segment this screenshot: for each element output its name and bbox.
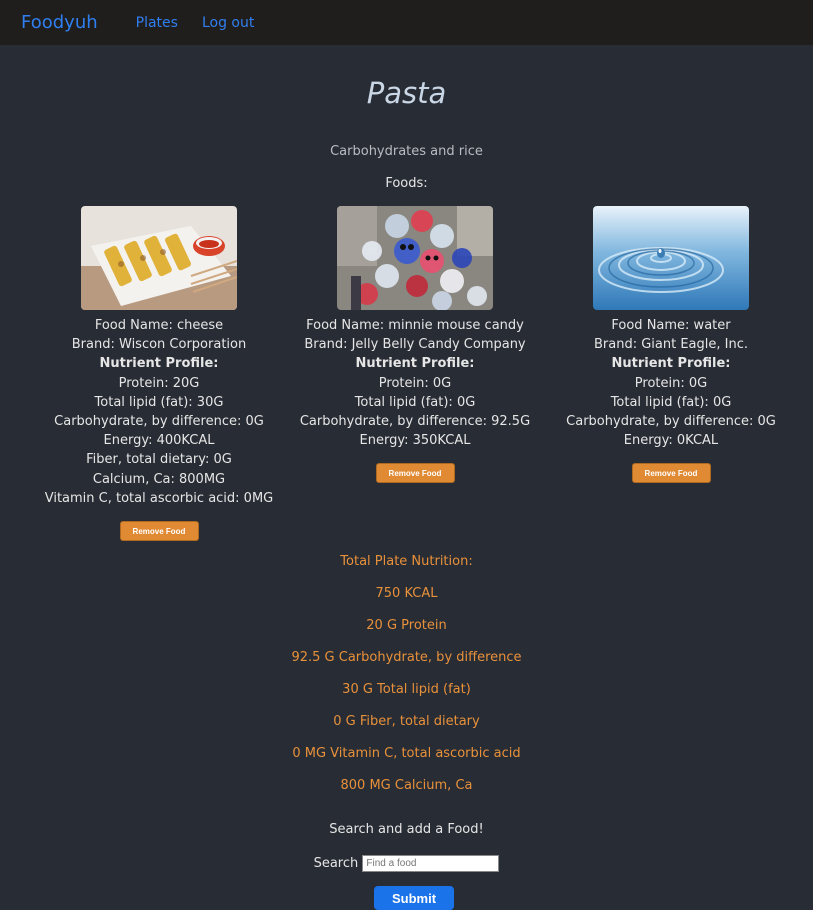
- nutrient-item: Protein: 0G: [378, 375, 452, 391]
- plate-description: Carbohydrates and rice: [330, 144, 483, 159]
- nutrient-profile-label: Nutrient Profile:: [611, 356, 731, 372]
- food-card-water: Food Name: water Brand: Giant Eagle, Inc…: [543, 206, 799, 484]
- total-plate-nutrition: Total Plate Nutrition: 750 KCAL 20 G Pro…: [0, 552, 813, 808]
- submit-button[interactable]: Submit: [374, 886, 454, 910]
- food-name: Food Name: minnie mouse candy: [306, 318, 524, 333]
- total-item: 0 MG Vitamin C, total ascorbic acid: [292, 746, 521, 761]
- foods-label: Foods:: [385, 176, 428, 191]
- page-title: Pasta: [366, 76, 447, 110]
- remove-food-button[interactable]: Remove Food: [375, 463, 455, 484]
- food-name: Food Name: water: [611, 318, 731, 333]
- nav-link-logout[interactable]: Log out: [202, 15, 254, 31]
- remove-food-button[interactable]: Remove Food: [119, 521, 199, 542]
- food-brand: Brand: Jelly Belly Candy Company: [304, 337, 526, 353]
- top-navbar: Foodyuh Plates Log out: [0, 0, 813, 45]
- nutrient-item: Carbohydrate, by difference: 0G: [54, 414, 264, 430]
- total-item: 30 G Total lipid (fat): [342, 682, 471, 697]
- nutrient-item: Calcium, Ca: 800MG: [92, 471, 226, 487]
- nutrient-item: Protein: 20G: [118, 375, 200, 391]
- nutrient-item: Energy: 400KCAL: [103, 433, 215, 449]
- food-image-candy: [337, 206, 493, 310]
- brand-link[interactable]: Foodyuh: [21, 12, 98, 33]
- nav-link-plates[interactable]: Plates: [136, 15, 178, 31]
- food-name: Food Name: cheese: [94, 318, 224, 333]
- food-image-cheese: [81, 206, 237, 310]
- nutrient-item: Protein: 0G: [634, 375, 708, 391]
- total-item: 92.5 G Carbohydrate, by difference: [291, 650, 522, 665]
- nutrient-item: Fiber, total dietary: 0G: [86, 452, 232, 468]
- total-item: 0 G Fiber, total dietary: [333, 714, 480, 729]
- nutrient-item: Total lipid (fat): 0G: [354, 394, 476, 410]
- food-image-water: [593, 206, 749, 310]
- search-heading: Search and add a Food!: [329, 822, 484, 837]
- food-brand: Brand: Wiscon Corporation: [71, 337, 247, 353]
- nutrient-profile-label: Nutrient Profile:: [355, 356, 475, 372]
- nutrient-item: Total lipid (fat): 30G: [94, 394, 224, 410]
- search-label: Search: [313, 856, 359, 871]
- total-item: 800 MG Calcium, Ca: [340, 778, 473, 793]
- food-brand: Brand: Giant Eagle, Inc.: [593, 337, 748, 353]
- food-card-candy: Food Name: minnie mouse candy Brand: Jel…: [287, 206, 543, 484]
- search-input[interactable]: [362, 855, 500, 872]
- search-row: Search: [0, 855, 813, 872]
- nutrient-profile-label: Nutrient Profile:: [99, 356, 219, 372]
- food-card-cheese: Food Name: cheese Brand: Wiscon Corporat…: [31, 206, 287, 542]
- totals-heading: Total Plate Nutrition:: [340, 554, 473, 569]
- total-item: 20 G Protein: [366, 618, 447, 633]
- nutrient-item: Energy: 0KCAL: [623, 433, 719, 449]
- remove-food-button[interactable]: Remove Food: [631, 463, 711, 484]
- nutrient-item: Total lipid (fat): 0G: [610, 394, 732, 410]
- nutrient-item: Energy: 350KCAL: [359, 433, 471, 449]
- total-item: 750 KCAL: [375, 586, 438, 601]
- nutrient-item: Vitamin C, total ascorbic acid: 0MG: [44, 490, 274, 506]
- nutrient-item: Carbohydrate, by difference: 92.5G: [299, 414, 531, 430]
- nutrient-item: Carbohydrate, by difference: 0G: [566, 414, 776, 430]
